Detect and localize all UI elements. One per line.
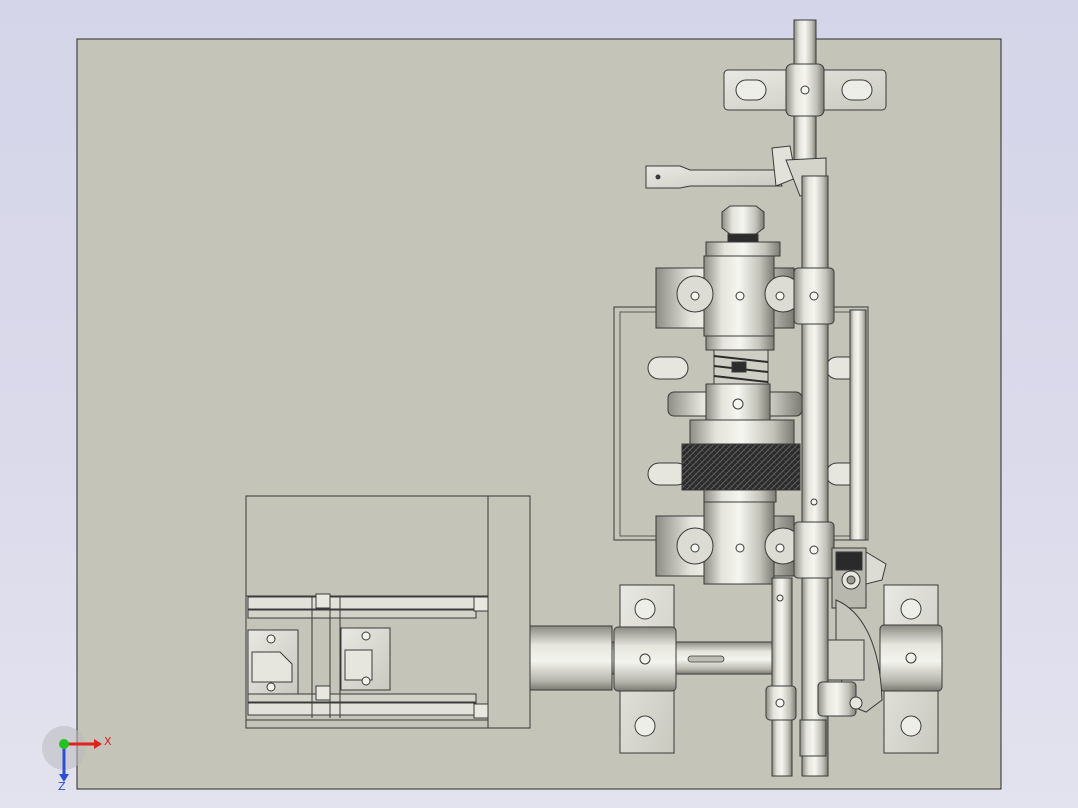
y-axis-dot bbox=[59, 739, 69, 749]
drive-shaft-large bbox=[529, 625, 613, 691]
mount-plate-right bbox=[879, 584, 943, 754]
motor-clamp-right bbox=[340, 627, 391, 691]
z-axis-label: Z bbox=[58, 780, 66, 793]
model-viewport[interactable]: X Z bbox=[0, 0, 1078, 808]
knurled-nut bbox=[681, 443, 801, 491]
mount-plate-left bbox=[613, 584, 677, 754]
x-axis-label: X bbox=[104, 735, 112, 748]
motor-clamp-left bbox=[247, 629, 299, 695]
